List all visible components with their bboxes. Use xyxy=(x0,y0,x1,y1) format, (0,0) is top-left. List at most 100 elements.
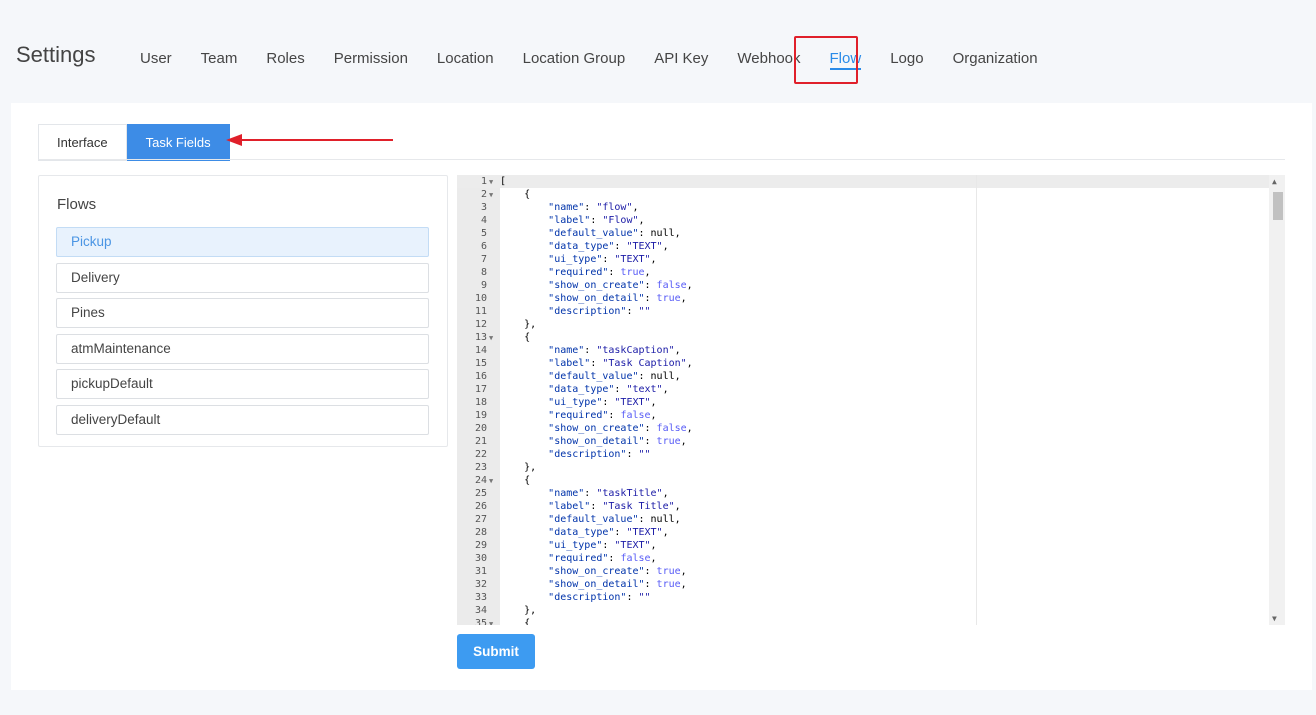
code-line: 6 "data_type": "TEXT", xyxy=(457,240,693,253)
line-number: 23 xyxy=(474,462,487,473)
flow-item[interactable]: pickupDefault xyxy=(56,369,429,399)
code-text: }, xyxy=(500,319,537,330)
submit-button[interactable]: Submit xyxy=(457,634,535,669)
line-number: 17 xyxy=(474,384,487,395)
nav-tab-team[interactable]: Team xyxy=(187,46,252,71)
line-number: 24 xyxy=(474,475,487,486)
code-line: 30 "required": false, xyxy=(457,552,693,565)
code-line: 20 "show_on_create": false, xyxy=(457,422,693,435)
code-text: "show_on_create": false, xyxy=(548,423,693,434)
line-number: 19 xyxy=(474,410,487,421)
scrollbar-thumb[interactable] xyxy=(1273,192,1283,220)
line-number: 2 xyxy=(480,189,487,200)
nav-tab-label: Flow xyxy=(829,50,862,70)
scroll-down-icon[interactable]: ▼ xyxy=(1272,614,1277,623)
nav-tab-label: API Key xyxy=(654,50,709,67)
code-line: 11 "description": "" xyxy=(457,305,693,318)
line-number: 33 xyxy=(474,592,487,603)
subtab-task-fields[interactable]: Task Fields xyxy=(126,124,230,161)
flows-title: Flows xyxy=(57,196,97,213)
nav-tab-webhook[interactable]: Webhook xyxy=(723,46,814,71)
code-text: "description": "" xyxy=(548,592,651,603)
code-line: 16 "default_value": null, xyxy=(457,370,693,383)
flow-item[interactable]: Delivery xyxy=(56,262,429,293)
code-text: "name": "flow", xyxy=(548,202,639,213)
flow-item[interactable]: Pines xyxy=(56,298,429,328)
code-line: 26 "label": "Task Title", xyxy=(457,500,693,513)
line-number: 3 xyxy=(480,202,487,213)
code-text: }, xyxy=(500,462,537,473)
line-number: 5 xyxy=(480,228,487,239)
code-text: { xyxy=(500,332,531,343)
code-text: "ui_type": "TEXT", xyxy=(548,254,657,265)
code-text: { xyxy=(500,618,531,625)
nav-tab-label: Webhook xyxy=(737,50,801,67)
line-number: 7 xyxy=(480,254,487,265)
nav-tab-user[interactable]: User xyxy=(126,46,186,71)
code-text: "label": "Flow", xyxy=(548,215,645,226)
settings-card: Interface Task Fields Flows Pickup Deliver… xyxy=(11,103,1312,690)
code-text: "default_value": null, xyxy=(548,228,681,239)
code-text: { xyxy=(500,189,531,200)
code-text: "required": false, xyxy=(548,553,657,564)
page-title: Settings xyxy=(16,42,96,67)
code-line: 35 ▼ { xyxy=(457,617,693,625)
editor-print-margin xyxy=(976,175,977,625)
nav-tab-location[interactable]: Location xyxy=(423,46,508,71)
code-text: "required": true, xyxy=(548,267,651,278)
code-text: "description": "" xyxy=(548,306,651,317)
code-text: "data_type": "TEXT", xyxy=(548,527,669,538)
editor-lines: 1 ▼[2 ▼ {3 "name": "flow", 4 "label": "Flow… xyxy=(457,175,693,625)
line-number: 25 xyxy=(474,488,487,499)
line-number: 1 xyxy=(480,176,487,187)
fold-arrow-icon[interactable]: ▼ xyxy=(487,618,500,625)
json-code-editor[interactable]: 1 ▼ [2 ▼ {3 "name": "flow", 4 "label": "Flow… xyxy=(457,175,1285,625)
nav-tab-label: Organization xyxy=(952,50,1038,67)
code-line: 9 "show_on_create": false, xyxy=(457,279,693,292)
line-number: 9 xyxy=(480,280,487,291)
nav-tab-organization[interactable]: Organization xyxy=(939,46,1052,71)
nav-tab-label: Location Group xyxy=(522,50,626,67)
code-text: "ui_type": "TEXT", xyxy=(548,397,657,408)
nav-tab-label: Logo xyxy=(890,50,924,67)
line-number: 34 xyxy=(474,605,487,616)
code-line: 24 ▼ { xyxy=(457,474,693,487)
flow-item[interactable]: Pickup xyxy=(56,227,429,257)
nav-tab-flow[interactable]: Flow xyxy=(816,46,876,71)
editor-scrollbar[interactable]: ▲ ▼ xyxy=(1269,175,1285,625)
code-text: }, xyxy=(500,605,537,616)
code-line: 27 "default_value": null, xyxy=(457,513,693,526)
code-text: "label": "Task Title", xyxy=(548,501,681,512)
nav-tab-permission[interactable]: Permission xyxy=(320,46,422,71)
nav-tab-logo[interactable]: Logo xyxy=(876,46,937,71)
code-line: 17 "data_type": "text", xyxy=(457,383,693,396)
line-number: 30 xyxy=(474,553,487,564)
line-number: 12 xyxy=(474,319,487,330)
nav-tab-api-key[interactable]: API Key xyxy=(640,46,722,71)
code-text: "show_on_detail": true, xyxy=(548,436,687,447)
line-number: 16 xyxy=(474,371,487,382)
flow-item[interactable]: deliveryDefault xyxy=(56,404,429,435)
code-text: "name": "taskCaption", xyxy=(548,345,681,356)
subtab-interface[interactable]: Interface xyxy=(38,124,127,161)
line-number: 35 xyxy=(474,618,487,625)
code-text: "label": "Task Caption", xyxy=(548,358,693,369)
nav-tab-roles[interactable]: Roles xyxy=(252,46,318,71)
code-line: 31 "show_on_create": true, xyxy=(457,565,693,578)
code-text: { xyxy=(500,475,531,486)
line-number: 27 xyxy=(474,514,487,525)
scroll-up-icon[interactable]: ▲ xyxy=(1272,177,1277,186)
code-line: 22 "description": "" xyxy=(457,448,693,461)
code-text: [ xyxy=(500,176,507,187)
line-number: 18 xyxy=(474,397,487,408)
nav-tab-location-group[interactable]: Location Group xyxy=(509,46,640,71)
code-text: "show_on_create": false, xyxy=(548,280,693,291)
nav-tab-label: Team xyxy=(200,50,238,67)
code-line: 7 "ui_type": "TEXT", xyxy=(457,253,693,266)
code-line: 4 "label": "Flow", xyxy=(457,214,693,227)
code-line: 3 "name": "flow", xyxy=(457,201,693,214)
flow-item[interactable]: atmMaintenance xyxy=(56,333,429,364)
code-text: "ui_type": "TEXT", xyxy=(548,540,657,551)
code-line: 18 "ui_type": "TEXT", xyxy=(457,396,693,409)
code-line: 8 "required": true, xyxy=(457,266,693,279)
